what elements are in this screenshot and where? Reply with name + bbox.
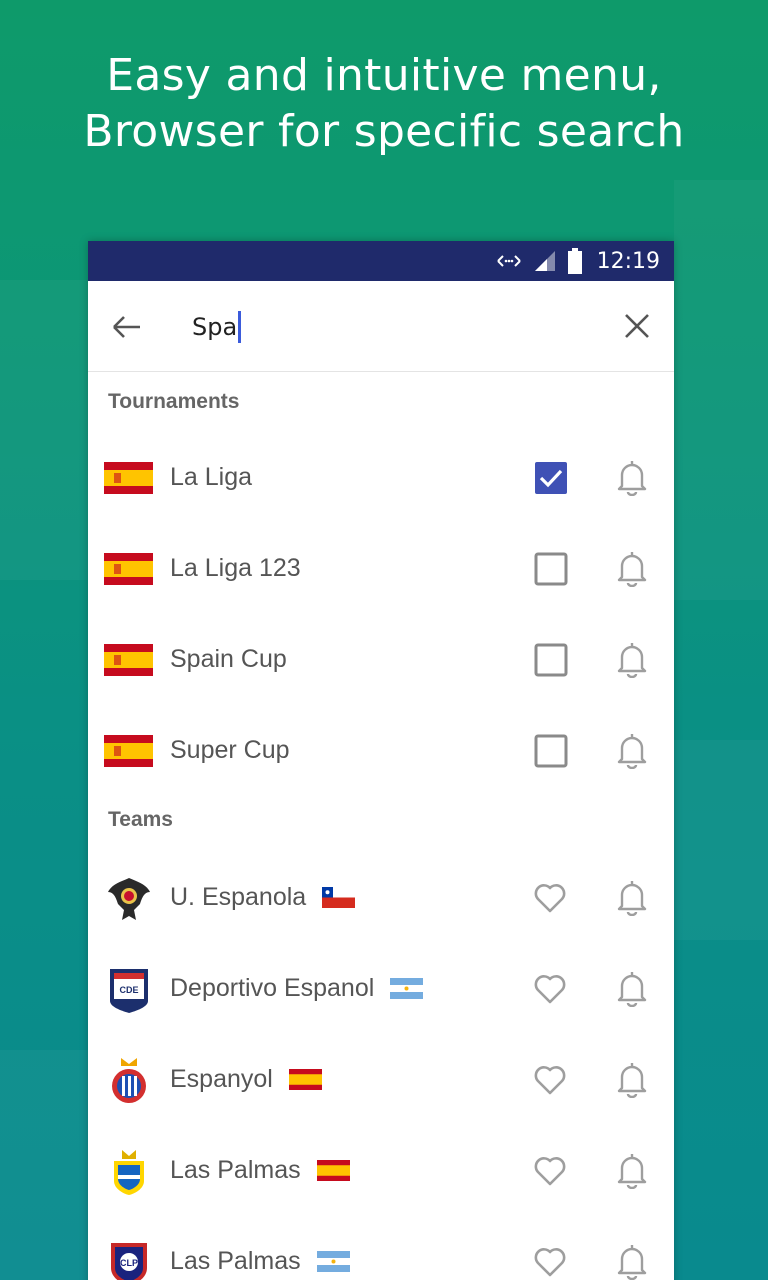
headline-line-2: Browser for specific search (83, 106, 685, 157)
union-espanola-crest-icon (108, 878, 150, 920)
team-label: Espanyol (170, 1034, 322, 1125)
signal-icon (533, 249, 557, 273)
tournament-label: Spain Cup (170, 645, 287, 673)
tournament-label: Super Cup (170, 736, 290, 764)
team-row[interactable]: Las Palmas (88, 1125, 674, 1216)
tournament-row[interactable]: La Liga 123 (88, 523, 674, 614)
team-name: Las Palmas (170, 1156, 301, 1184)
spain-flag-icon (316, 1160, 350, 1181)
search-bar: Spa (88, 281, 674, 372)
argentina-flag-icon (390, 978, 424, 999)
phone-screen: 12:19 Spa Tournaments La Liga La Liga 12… (88, 241, 674, 1280)
svg-text:CLP: CLP (120, 1258, 138, 1268)
tournament-row[interactable]: La Liga (88, 432, 674, 523)
tournaments-section-title: Tournaments (108, 390, 240, 413)
background-tile (0, 280, 90, 580)
checkbox-unchecked[interactable] (534, 734, 568, 768)
heart-icon[interactable] (532, 1244, 568, 1280)
las-palmas-arg-crest-icon: CLP (111, 1243, 147, 1280)
team-row[interactable]: CDE Deportivo Espanol (88, 943, 674, 1034)
checkbox-checked[interactable] (534, 461, 568, 495)
bell-icon[interactable] (616, 731, 648, 769)
team-label: Las Palmas (170, 1125, 350, 1216)
background-tile (674, 740, 768, 940)
espanyol-crest-icon (112, 1058, 146, 1103)
team-label: U. Espanola (170, 852, 356, 943)
deportivo-espanol-crest-icon: CDE (110, 969, 148, 1013)
data-transfer-icon (495, 251, 523, 271)
heart-icon[interactable] (532, 880, 568, 916)
background-tile (0, 1050, 90, 1280)
clear-search-button[interactable] (622, 311, 652, 341)
bell-icon[interactable] (616, 1242, 648, 1280)
promo-headline: Easy and intuitive menu, Browser for spe… (0, 48, 768, 160)
bell-icon[interactable] (616, 549, 648, 587)
arrow-left-icon (113, 316, 140, 338)
back-button[interactable] (110, 311, 142, 343)
bell-icon[interactable] (616, 1060, 648, 1098)
team-name: U. Espanola (170, 883, 307, 911)
team-name: Espanyol (170, 1065, 273, 1093)
bell-icon[interactable] (616, 1151, 648, 1189)
team-row[interactable]: CLP Las Palmas (88, 1216, 674, 1280)
text-caret (238, 311, 242, 343)
battery-icon (567, 248, 583, 274)
heart-icon[interactable] (532, 971, 568, 1007)
bell-icon[interactable] (616, 640, 648, 678)
heart-icon[interactable] (532, 1153, 568, 1189)
bell-icon[interactable] (616, 458, 648, 496)
bell-icon[interactable] (616, 969, 648, 1007)
tournament-row[interactable]: Spain Cup (88, 614, 674, 705)
team-name: Las Palmas (170, 1247, 301, 1275)
chile-flag-icon (322, 887, 356, 908)
spain-flag-icon (104, 462, 153, 494)
search-query-text: Spa (192, 313, 238, 341)
tournament-label: La Liga 123 (170, 554, 301, 582)
team-row[interactable]: U. Espanola (88, 852, 674, 943)
status-time: 12:19 (596, 248, 660, 274)
headline-line-1: Easy and intuitive menu, (106, 50, 662, 101)
search-input[interactable]: Spa (192, 305, 242, 349)
spain-flag-icon (104, 644, 153, 676)
spain-flag-icon (104, 553, 153, 585)
las-palmas-crest-icon (114, 1150, 144, 1195)
spain-flag-icon (104, 735, 153, 767)
team-name: Deportivo Espanol (170, 974, 375, 1002)
team-row[interactable]: Espanyol (88, 1034, 674, 1125)
team-label: Las Palmas (170, 1216, 350, 1280)
close-icon (625, 314, 649, 338)
spain-flag-icon (288, 1069, 322, 1090)
svg-text:CDE: CDE (119, 985, 138, 995)
teams-section-title: Teams (108, 808, 173, 831)
heart-icon[interactable] (532, 1062, 568, 1098)
background-tile (674, 180, 768, 600)
tournament-row[interactable]: Super Cup (88, 705, 674, 796)
bell-icon[interactable] (616, 878, 648, 916)
argentina-flag-icon (316, 1251, 350, 1272)
team-label: Deportivo Espanol (170, 943, 424, 1034)
checkbox-unchecked[interactable] (534, 552, 568, 586)
status-bar: 12:19 (88, 241, 674, 281)
checkbox-unchecked[interactable] (534, 643, 568, 677)
tournament-label: La Liga (170, 463, 253, 491)
